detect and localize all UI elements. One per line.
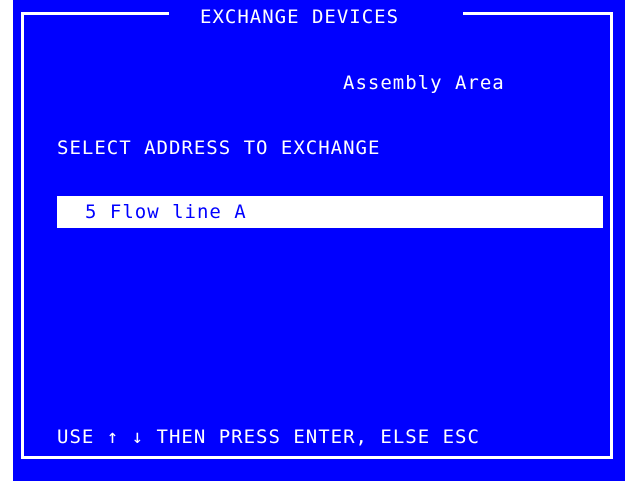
screen: EXCHANGE DEVICES Assembly Area SELECT AD… — [0, 0, 638, 481]
area-label: Assembly Area — [343, 72, 505, 94]
list-item-selected[interactable]: 5 Flow line A — [57, 196, 603, 228]
dialog-title: EXCHANGE DEVICES — [200, 6, 400, 28]
keyboard-hint: USE ↑ ↓ THEN PRESS ENTER, ELSE ESC — [57, 426, 480, 448]
address-list: 5 Flow line A — [57, 196, 603, 228]
dialog-frame — [21, 12, 613, 459]
select-prompt: SELECT ADDRESS TO EXCHANGE — [57, 137, 381, 159]
list-item-label: 5 Flow line A — [85, 201, 247, 223]
